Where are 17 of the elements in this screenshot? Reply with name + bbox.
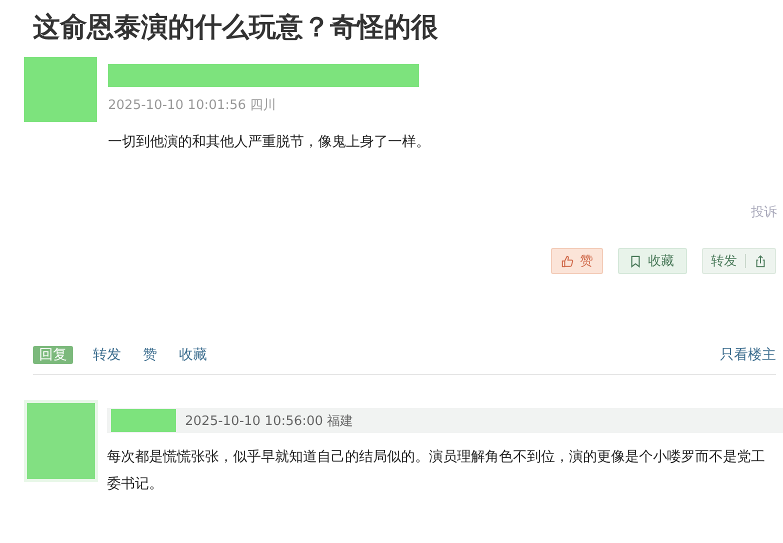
post-title: 这俞恩泰演的什么玩意？奇怪的很 [33, 11, 439, 45]
bookmark-icon [629, 254, 642, 268]
tab[interactable]: 收藏 [177, 346, 209, 364]
report-link[interactable]: 投诉 [751, 203, 777, 221]
reply-content: 每次都是慌慌张张，似乎早就知道自己的结局似的。演员理解角色不到位，演的更像是个小喽罗而不是党工委书记。 [107, 448, 766, 494]
share-icon[interactable] [754, 254, 767, 268]
tab[interactable]: 回复 [33, 346, 73, 364]
author-only-link[interactable]: 只看楼主 [720, 346, 776, 364]
thumbs-up-icon [561, 254, 574, 268]
post-content: 一切到他演的和其他人严重脱节，像鬼上身了一样。 [108, 133, 430, 151]
tab[interactable]: 赞 [141, 346, 159, 364]
like-button[interactable]: 赞 [551, 248, 603, 274]
username-redaction [111, 409, 176, 432]
tab[interactable]: 转发 [91, 346, 123, 364]
post-meta: 2025-10-10 10:01:56 四川 [108, 97, 278, 114]
reply-meta: 2025-10-10 10:56:00 福建 [185, 412, 354, 430]
collect-button[interactable]: 收藏 [618, 248, 687, 274]
